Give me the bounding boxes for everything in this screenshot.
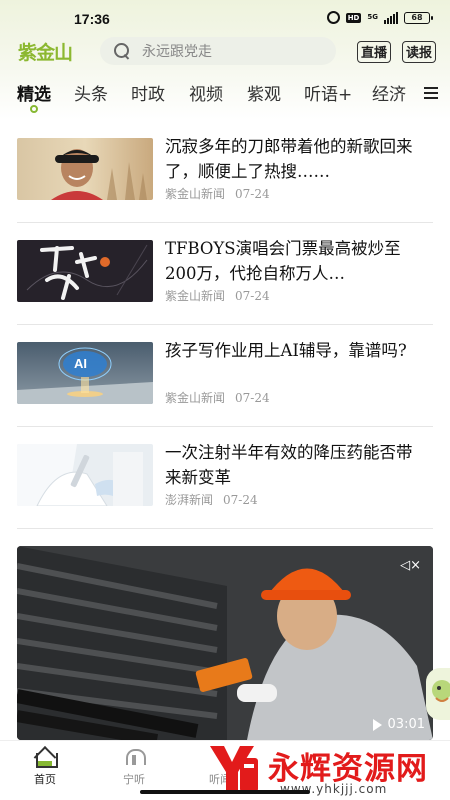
active-tab-indicator [30,105,38,113]
news-source: 澎湃新闻 [165,493,214,507]
ai-badge: AI [74,356,87,371]
divider [17,426,433,427]
nav-listen[interactable]: 宁听 [104,745,164,787]
news-source: 紫金山新闻 [165,391,226,405]
news-item[interactable]: 沉寂多年的刀郎带着他的新歌回来了，顺便上了热搜…… 紫金山新闻 07-24 [17,137,433,220]
news-thumbnail: AI [17,342,153,404]
status-time: 17:36 [74,11,110,27]
alarm-icon [326,11,340,24]
mute-icon[interactable]: ◁× [400,558,421,573]
duration-text: 03:01 [387,717,425,732]
channel-menu-icon[interactable] [424,87,438,99]
home-icon [32,745,58,769]
news-meta: 紫金山新闻 07-24 [165,185,270,202]
news-thumbnail [17,240,153,302]
news-date: 07-24 [235,187,270,201]
news-title: 一次注射半年有效的降压药能否带来新变革 [165,443,413,487]
news-meta: 澎湃新闻 07-24 [165,491,258,508]
search-icon [114,43,130,59]
search-bar[interactable]: 永远跟党走 [100,37,336,65]
news-item[interactable]: AI 孩子写作业用上AI辅导，靠谱吗? 紫金山新闻 07-24 [17,341,433,424]
tab-politics[interactable]: 时政 [131,80,165,105]
network-type: 5G [367,13,378,21]
divider [17,324,433,325]
news-meta: 紫金山新闻 07-24 [165,287,270,304]
headphone-icon [121,745,147,769]
nav-home[interactable]: 首页 [15,745,75,787]
video-duration: 03:01 [372,717,425,732]
news-meta: 紫金山新闻 07-24 [165,389,270,406]
tab-economy[interactable]: 经济 [372,80,406,105]
hd-icon: HD [345,12,362,23]
nav-label: 首页 [34,773,56,786]
nav-label: 宁听 [123,773,145,786]
read-paper-button[interactable]: 读报 [402,41,437,63]
news-date: 07-24 [235,289,270,303]
battery-icon: 68 [404,11,433,24]
news-thumbnail [17,444,153,506]
tab-ziguan[interactable]: 紫观 [247,80,281,105]
news-title: 孩子写作业用上AI辅导，靠谱吗? [165,341,407,360]
video-thumbnail [17,546,433,740]
news-item[interactable]: TFBOYS演唱会门票最高被炒至200万，代抢自称万人… 紫金山新闻 07-24 [17,239,433,322]
news-date: 07-24 [235,391,270,405]
news-title: TFBOYS演唱会门票最高被炒至200万，代抢自称万人… [165,239,401,283]
floating-mascot-icon[interactable] [426,668,450,720]
news-item[interactable]: 一次注射半年有效的降压药能否带来新变革 澎湃新闻 07-24 [17,443,433,526]
news-thumbnail [17,138,153,200]
status-bar: 17:36 HD 5G 68 [0,0,450,40]
tab-featured[interactable]: 精选 [17,80,51,105]
news-title: 沉寂多年的刀郎带着他的新歌回来了，顺便上了热搜…… [165,137,413,181]
video-card[interactable]: ◁× 03:01 [17,546,433,740]
divider [17,528,433,529]
search-placeholder: 永远跟党走 [142,44,212,60]
news-source: 紫金山新闻 [165,289,226,303]
news-date: 07-24 [223,493,258,507]
signal-icon [384,11,398,24]
status-icons: HD 5G 68 [326,11,433,24]
tab-video[interactable]: 视频 [189,80,223,105]
live-button[interactable]: 直播 [357,41,392,63]
home-indicator[interactable] [140,790,310,794]
watermark-logo [210,746,258,792]
tab-headlines[interactable]: 头条 [74,80,108,105]
divider [17,222,433,223]
channel-tabs: 精选 头条 时政 视频 紫观 听语+ 经济 [0,76,450,114]
play-icon[interactable] [372,718,382,731]
tab-tingyu[interactable]: 听语+ [304,80,352,105]
app-logo[interactable]: 紫金山 [18,38,73,65]
news-source: 紫金山新闻 [165,187,226,201]
